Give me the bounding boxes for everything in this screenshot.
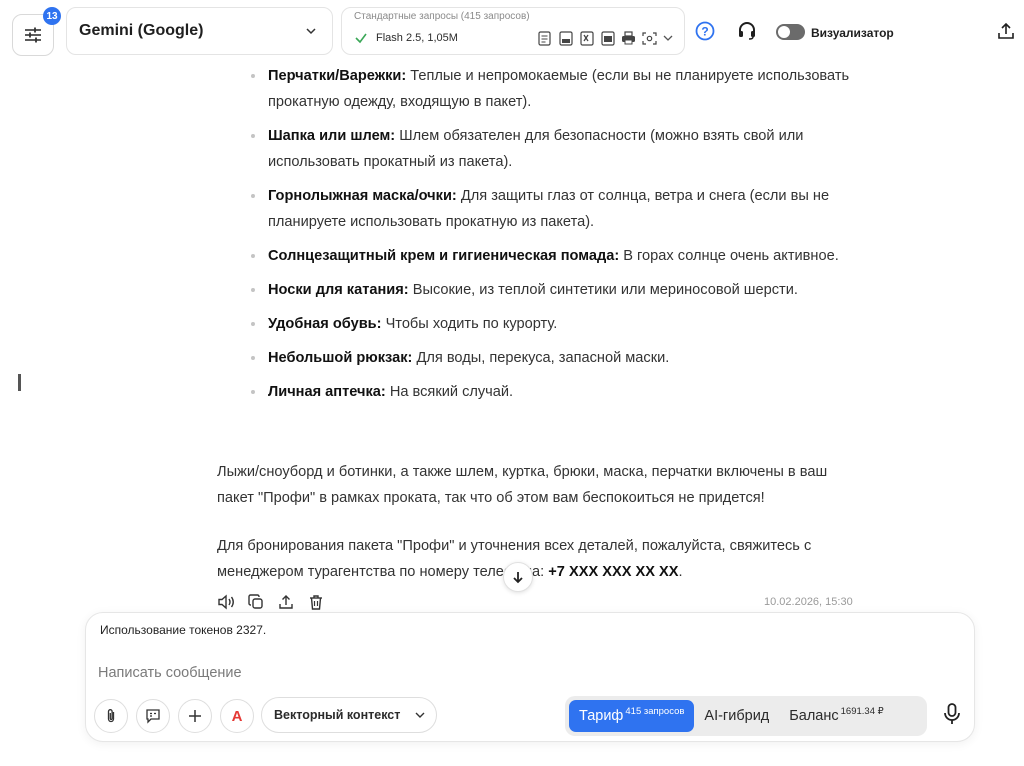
visualizer-toggle[interactable] (776, 24, 805, 40)
svg-text:?: ? (701, 24, 708, 38)
help-icon[interactable]: ? (695, 21, 715, 41)
add-button[interactable] (178, 699, 212, 733)
vector-context-select[interactable]: Векторный контекст (261, 697, 437, 733)
list-item: Удобная обувь: Чтобы ходить по курорту. (248, 311, 868, 337)
screenshot-icon[interactable] (641, 30, 658, 47)
list-item: Личная аптечка: На всякий случай. (248, 379, 868, 405)
document-icon[interactable] (536, 30, 553, 47)
message-timestamp: 10.02.2026, 15:30 (764, 596, 853, 608)
arrow-down-icon (513, 572, 523, 584)
phone-number: +7 XXX XXX XX XX (548, 564, 679, 580)
paperclip-icon (107, 709, 115, 723)
plus-icon (189, 710, 201, 722)
microphone-icon[interactable] (942, 703, 962, 725)
docx-icon[interactable] (599, 30, 616, 47)
check-icon (355, 33, 367, 44)
message-input[interactable] (98, 661, 798, 685)
prompts-button[interactable] (136, 699, 170, 733)
chevron-down-icon (306, 28, 316, 35)
message-actions (217, 593, 325, 611)
plan-switcher: Тариф 415 запросов AI-гибрид Баланс 1691.3… (565, 696, 927, 736)
visualizer-label: Визуализатор (811, 26, 894, 40)
pdf-icon[interactable] (557, 30, 574, 47)
token-usage: Использование токенов 2327. (100, 623, 267, 637)
svg-text:A: A (232, 708, 243, 724)
model-name: Gemini (Google) (79, 22, 204, 39)
list-item: Перчатки/Варежки: Теплые и непромокаемые… (248, 63, 868, 115)
request-mode-select[interactable]: Стандартные запросы (415 запросов) Flash… (341, 7, 685, 55)
tariff-tab[interactable]: Тариф 415 запросов (569, 700, 695, 732)
scroll-down-button[interactable] (503, 562, 533, 592)
speaker-icon[interactable] (217, 593, 235, 611)
print-icon[interactable] (620, 30, 637, 47)
vector-context-label: Векторный контекст (274, 708, 401, 722)
attach-button[interactable] (94, 699, 128, 733)
excel-icon[interactable] (578, 30, 595, 47)
model-select[interactable]: Gemini (Google) (66, 7, 333, 55)
ai-hybrid-tab[interactable]: AI-гибрид (694, 700, 779, 732)
mode-caption: Стандартные запросы (415 запросов) (354, 11, 530, 22)
panel-resize-handle[interactable] (18, 374, 21, 391)
balance-tab[interactable]: Баланс 1691.34 ₽ (779, 700, 893, 732)
chat-bubble-icon (146, 709, 160, 724)
message-composer: Использование токенов 2327. A Векторный … (85, 612, 975, 742)
settings-count-badge: 13 (43, 7, 61, 25)
letter-a-icon: A (232, 708, 243, 724)
list-item: Носки для катания: Высокие, из теплой си… (248, 277, 868, 303)
mode-value: Flash 2.5, 1,05M (376, 32, 458, 44)
checklist: Перчатки/Варежки: Теплые и непромокаемые… (248, 63, 868, 413)
booking-paragraph: Для бронирования пакета "Профи" и уточне… (217, 538, 812, 580)
trash-icon[interactable] (307, 593, 325, 611)
chevron-down-icon (415, 712, 425, 718)
list-item: Шапка или шлем: Шлем обязателен для безо… (248, 123, 868, 175)
share-icon[interactable] (996, 21, 1016, 41)
upload-icon[interactable] (277, 593, 295, 611)
list-item: Горнолыжная маска/очки: Для защиты глаз … (248, 183, 868, 235)
sliders-icon (25, 27, 41, 43)
list-item: Небольшой рюкзак: Для воды, перекуса, за… (248, 345, 868, 371)
list-item: Солнцезащитный крем и гигиеническая пома… (248, 243, 868, 269)
chevron-down-icon[interactable] (662, 32, 674, 44)
format-button[interactable]: A (220, 699, 254, 733)
included-items-paragraph: Лыжи/сноуборд и ботинки, а также шлем, к… (217, 464, 828, 506)
headset-icon[interactable] (737, 21, 757, 41)
copy-icon[interactable] (247, 593, 265, 611)
